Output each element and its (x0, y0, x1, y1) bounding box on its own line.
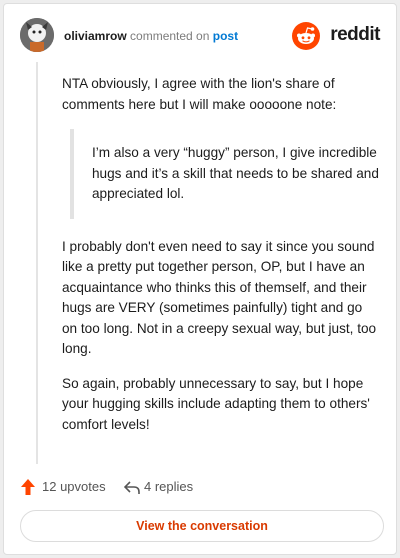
reddit-logo-icon (292, 22, 320, 50)
comment-intro: NTA obviously, I agree with the lion's s… (62, 76, 337, 112)
upvote-count: 12 upvotes (42, 479, 106, 494)
reply-icon[interactable] (124, 478, 140, 496)
action-text: commented on (130, 29, 210, 43)
thread-line[interactable] (36, 62, 38, 464)
comment-body: NTA obviously, I agree with the lion's s… (62, 74, 380, 449)
comment-card: oliviamrow commented on post reddit NTA … (3, 3, 397, 555)
avatar[interactable] (20, 18, 54, 52)
avatar-image (20, 18, 54, 52)
comment-footer: 12 upvotes 4 replies (20, 476, 320, 502)
comment-paragraph-1: I probably don't even need to say it sin… (62, 238, 377, 357)
reply-count[interactable]: 4 replies (144, 479, 193, 494)
comment-header: oliviamrow commented on post reddit (20, 18, 380, 54)
comment-meta: oliviamrow commented on post (64, 29, 238, 43)
brand-logo[interactable]: reddit (288, 22, 380, 50)
post-link[interactable]: post (213, 29, 238, 43)
comment-paragraph-2: So again, probably unnecessary to say, b… (62, 375, 370, 432)
upvote-arrow-icon[interactable] (20, 478, 36, 496)
quote-text: I’m also a very “huggy” person, I give i… (92, 145, 379, 201)
username-link[interactable]: oliviamrow (64, 29, 127, 43)
view-conversation-button[interactable]: View the conversation (20, 510, 384, 542)
brand-wordmark: reddit (330, 24, 380, 45)
blockquote: I’m also a very “huggy” person, I give i… (70, 129, 380, 219)
